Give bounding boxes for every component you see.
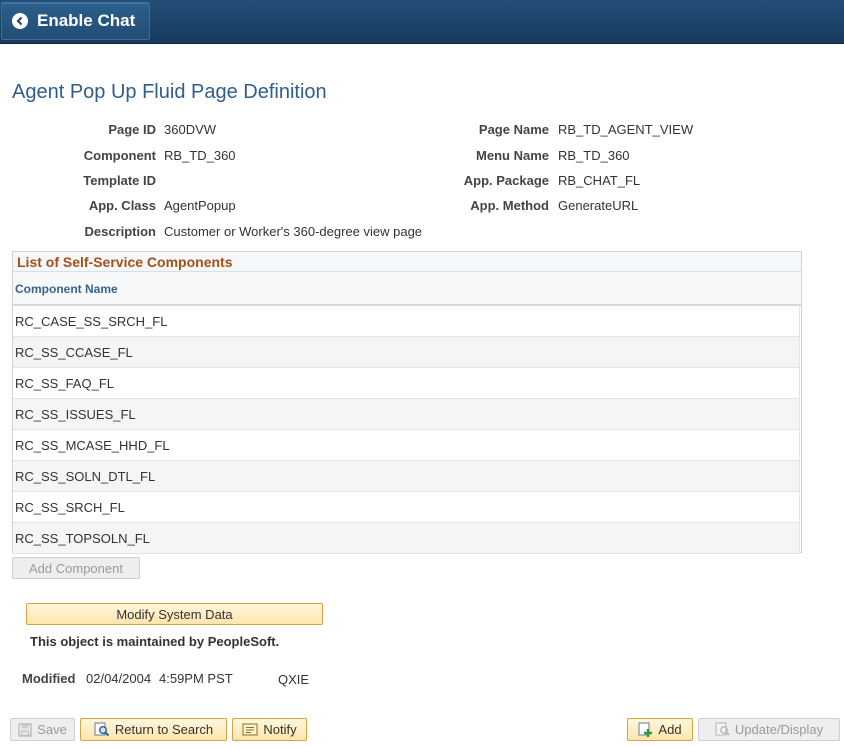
menu-name-value: RB_TD_360 bbox=[558, 148, 630, 163]
app-method-value: GenerateURL bbox=[558, 198, 639, 213]
modified-label: Modified bbox=[22, 671, 76, 686]
update-display-icon bbox=[715, 722, 730, 737]
add-component-button[interactable]: Add Component bbox=[12, 557, 140, 579]
modified-user: QXIE bbox=[278, 672, 310, 687]
app-method-label: App. Method bbox=[470, 198, 549, 213]
component-label: Component bbox=[83, 148, 156, 163]
page-id-label: Page ID bbox=[108, 122, 156, 137]
save-button-label: Save bbox=[37, 722, 67, 737]
table-row: RC_SS_CCASE_FL bbox=[13, 337, 800, 368]
app-class-label: App. Class bbox=[88, 198, 156, 213]
modified-date: 02/04/2004 bbox=[86, 671, 152, 686]
add-button-label: Add bbox=[658, 722, 682, 737]
page-name-label: Page Name bbox=[478, 122, 549, 137]
back-button-label: Enable Chat bbox=[37, 11, 136, 30]
update-display-label: Update/Display bbox=[734, 722, 824, 737]
page-title: Agent Pop Up Fluid Page Definition bbox=[12, 81, 327, 103]
page-id-value: 360DVW bbox=[164, 122, 217, 137]
app-package-label: App. Package bbox=[463, 173, 549, 188]
return-to-search-label: Return to Search bbox=[114, 722, 214, 737]
description-label: Description bbox=[84, 224, 156, 239]
table-row: RC_CASE_SS_SRCH_FL bbox=[13, 306, 800, 337]
table-row: RC_SS_TOPSOLN_FL bbox=[13, 523, 800, 554]
table-row: RC_SS_MCASE_HHD_FL bbox=[13, 430, 800, 461]
add-icon bbox=[638, 722, 653, 737]
search-return-icon bbox=[94, 722, 110, 737]
app-class-value: AgentPopup bbox=[164, 198, 236, 213]
save-icon bbox=[18, 723, 32, 737]
table-row: RC_SS_SOLN_DTL_FL bbox=[13, 461, 800, 492]
component-value: RB_TD_360 bbox=[164, 148, 236, 163]
template-id-label: Template ID bbox=[83, 173, 156, 188]
modified-time: 4:59PM PST bbox=[159, 671, 233, 686]
table-row: RC_SS_ISSUES_FL bbox=[13, 399, 800, 430]
maintained-note: This object is maintained by PeopleSoft. bbox=[30, 634, 280, 649]
back-button[interactable]: Enable Chat bbox=[1, 2, 150, 40]
notify-icon bbox=[242, 723, 258, 737]
update-display-button[interactable]: Update/Display bbox=[698, 718, 840, 741]
notify-button[interactable]: Notify bbox=[232, 718, 307, 741]
page-name-value: RB_TD_AGENT_VIEW bbox=[558, 122, 694, 137]
modify-system-data-button[interactable]: Modify System Data bbox=[26, 603, 323, 625]
add-button[interactable]: Add bbox=[627, 718, 693, 741]
app-package-value: RB_CHAT_FL bbox=[558, 173, 641, 188]
notify-button-label: Notify bbox=[263, 722, 297, 737]
description-value: Customer or Worker's 360-degree view pag… bbox=[164, 224, 423, 239]
table-row: RC_SS_SRCH_FL bbox=[13, 492, 800, 523]
header-banner: Enable Chat bbox=[0, 0, 844, 44]
column-header-component-name[interactable]: Component Name bbox=[13, 272, 801, 306]
return-to-search-button[interactable]: Return to Search bbox=[80, 718, 227, 741]
self-service-components-grid: List of Self-Service Components Componen… bbox=[12, 251, 802, 554]
menu-name-label: Menu Name bbox=[476, 148, 549, 163]
save-button[interactable]: Save bbox=[10, 718, 75, 741]
table-row: RC_SS_FAQ_FL bbox=[13, 368, 800, 399]
grid-title: List of Self-Service Components bbox=[13, 252, 801, 272]
chevron-left-icon bbox=[12, 13, 28, 29]
